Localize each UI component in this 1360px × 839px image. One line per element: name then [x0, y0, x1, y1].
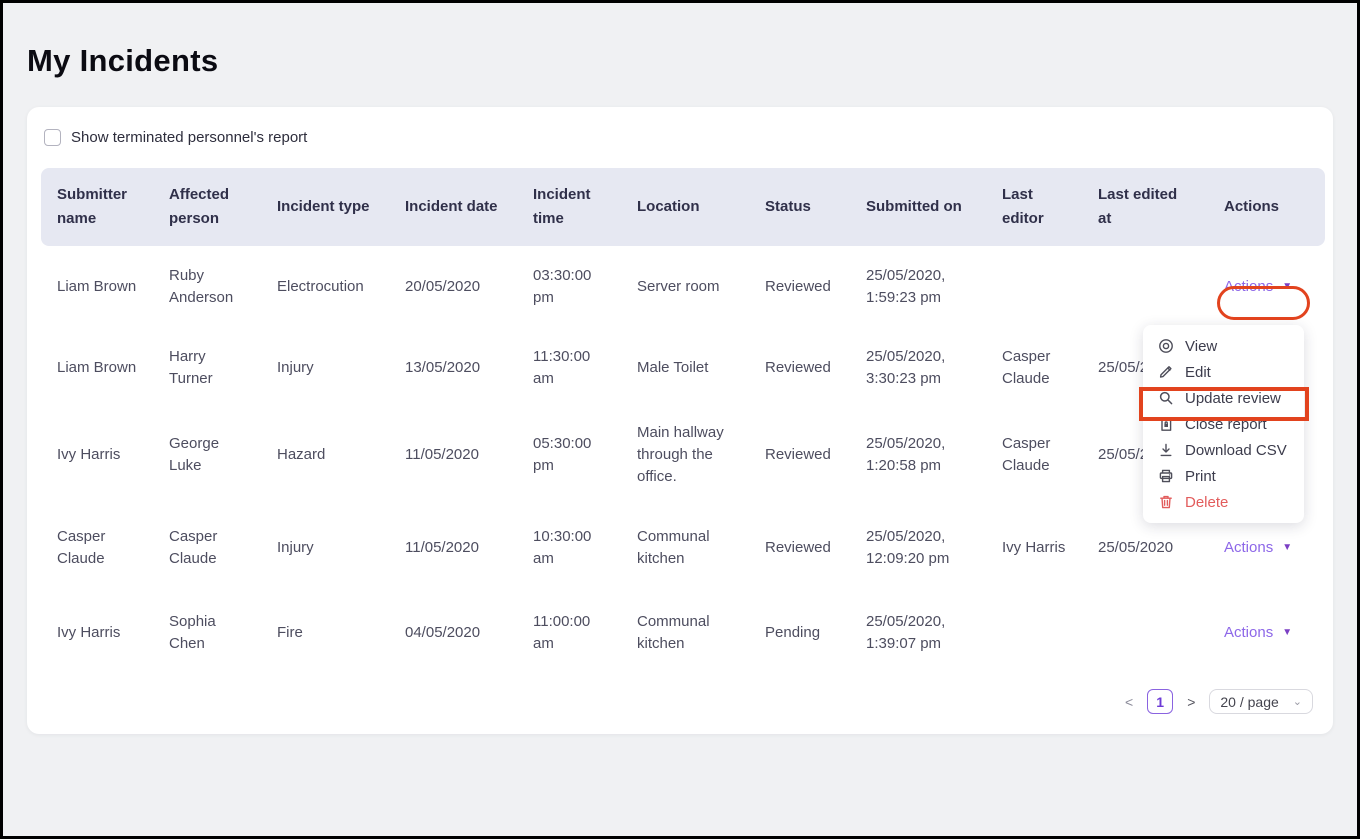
cell-incident-type: Injury — [261, 327, 389, 408]
cell-affected-person: Harry Turner — [153, 327, 261, 408]
cell-last-editor: Ivy Harris — [986, 502, 1082, 593]
incidents-card: Show terminated personnel's report Submi… — [27, 107, 1333, 734]
cell-status: Reviewed — [749, 246, 850, 327]
table-header-row: Submitter name Affected person Incident … — [41, 168, 1325, 246]
cell-affected-person: Casper Claude — [153, 502, 261, 593]
cell-incident-type: Injury — [261, 502, 389, 593]
actions-button[interactable]: Actions▼ — [1224, 537, 1292, 559]
column-header-affected-person: Affected person — [153, 168, 261, 246]
table-row: Liam Brown Harry Turner Injury 13/05/202… — [41, 327, 1325, 408]
eye-icon — [1159, 339, 1173, 353]
cell-submitted-on: 25/05/2020, 12:09:20 pm — [850, 502, 986, 593]
cell-submitter-name: Casper Claude — [41, 502, 153, 593]
cell-last-editor: Casper Claude — [986, 408, 1082, 502]
column-header-incident-time: Incident time — [517, 168, 621, 246]
menu-item-print[interactable]: Print — [1143, 463, 1304, 489]
cell-incident-date: 04/05/2020 — [389, 593, 517, 673]
cell-affected-person: George Luke — [153, 408, 261, 502]
cell-last-editor — [986, 246, 1082, 327]
terminated-checkbox[interactable] — [44, 129, 61, 146]
cell-incident-date: 13/05/2020 — [389, 327, 517, 408]
cell-incident-type: Hazard — [261, 408, 389, 502]
chevron-down-icon: ▼ — [1282, 280, 1293, 292]
incidents-table: Submitter name Affected person Incident … — [41, 168, 1325, 673]
cell-submitted-on: 25/05/2020, 1:59:23 pm — [850, 246, 986, 327]
menu-item-view[interactable]: View — [1143, 333, 1304, 359]
column-header-location: Location — [621, 168, 749, 246]
cell-incident-time: 03:30:00 pm — [517, 246, 621, 327]
chevron-down-icon: ⌄ — [1292, 696, 1302, 708]
table-row: Ivy Harris George Luke Hazard 11/05/2020… — [41, 408, 1325, 502]
column-header-last-edited-at: Last edited at — [1082, 168, 1208, 246]
actions-button[interactable]: Actions▼ — [1224, 276, 1292, 298]
cell-status: Reviewed — [749, 327, 850, 408]
page-size-select[interactable]: 20 / page ⌄ — [1209, 689, 1313, 714]
page-number-button[interactable]: 1 — [1147, 689, 1174, 714]
table-row: Casper Claude Casper Claude Injury 11/05… — [41, 502, 1325, 593]
table-row: Ivy Harris Sophia Chen Fire 04/05/2020 1… — [41, 593, 1325, 673]
cell-location: Communal kitchen — [621, 593, 749, 673]
page-size-value: 20 / page — [1220, 693, 1279, 710]
column-header-status: Status — [749, 168, 850, 246]
cell-last-edited-at — [1082, 246, 1208, 327]
cell-submitted-on: 25/05/2020, 1:20:58 pm — [850, 408, 986, 502]
cell-incident-date: 11/05/2020 — [389, 408, 517, 502]
chevron-down-icon: ▼ — [1282, 541, 1293, 553]
cell-incident-date: 11/05/2020 — [389, 502, 517, 593]
cell-submitter-name: Ivy Harris — [41, 408, 153, 502]
column-header-incident-date: Incident date — [389, 168, 517, 246]
cell-submitter-name: Liam Brown — [41, 327, 153, 408]
actions-dropdown-menu: View Edit Update review Close report Dow… — [1143, 325, 1304, 523]
prev-page-button[interactable]: < — [1121, 692, 1137, 712]
cell-last-edited-at — [1082, 593, 1208, 673]
download-icon — [1160, 443, 1172, 457]
trash-icon — [1160, 495, 1172, 509]
column-header-incident-type: Incident type — [261, 168, 389, 246]
cell-incident-type: Electrocution — [261, 246, 389, 327]
cell-location: Male Toilet — [621, 327, 749, 408]
terminated-filter-row: Show terminated personnel's report — [44, 129, 1319, 146]
actions-button[interactable]: Actions▼ — [1224, 622, 1292, 644]
column-header-last-editor: Last editor — [986, 168, 1082, 246]
menu-item-delete[interactable]: Delete — [1143, 489, 1304, 515]
cell-affected-person: Sophia Chen — [153, 593, 261, 673]
terminated-checkbox-label: Show terminated personnel's report — [71, 129, 308, 146]
column-header-submitter-name: Submitter name — [41, 168, 153, 246]
cell-incident-type: Fire — [261, 593, 389, 673]
cell-location: Communal kitchen — [621, 502, 749, 593]
page-title: My Incidents — [27, 43, 219, 78]
app-window: My Incidents Show terminated personnel's… — [0, 0, 1360, 839]
cell-incident-time: 05:30:00 pm — [517, 408, 621, 502]
cell-incident-time: 11:30:00 am — [517, 327, 621, 408]
cell-last-editor — [986, 593, 1082, 673]
printer-icon — [1159, 469, 1173, 483]
cell-location: Server room — [621, 246, 749, 327]
cell-status: Reviewed — [749, 408, 850, 502]
pagination: < 1 > 20 / page ⌄ — [41, 689, 1313, 714]
next-page-button[interactable]: > — [1183, 692, 1199, 712]
chevron-down-icon: ▼ — [1282, 627, 1293, 638]
cell-status: Pending — [749, 593, 850, 673]
file-lock-icon — [1161, 417, 1172, 431]
cell-incident-time: 11:00:00 am — [517, 593, 621, 673]
cell-affected-person: Ruby Anderson — [153, 246, 261, 327]
cell-submitted-on: 25/05/2020, 3:30:23 pm — [850, 327, 986, 408]
magnifier-icon — [1159, 391, 1173, 405]
cell-location: Main hallway through the office. — [621, 408, 749, 502]
cell-incident-time: 10:30:00 am — [517, 502, 621, 593]
cell-incident-date: 20/05/2020 — [389, 246, 517, 327]
menu-item-update-review[interactable]: Update review — [1143, 385, 1304, 411]
table-row: Liam Brown Ruby Anderson Electrocution 2… — [41, 246, 1325, 327]
menu-item-edit[interactable]: Edit — [1143, 359, 1304, 385]
menu-item-close-report[interactable]: Close report — [1143, 411, 1304, 437]
column-header-submitted-on: Submitted on — [850, 168, 986, 246]
menu-item-download-csv[interactable]: Download CSV — [1143, 437, 1304, 463]
cell-submitted-on: 25/05/2020, 1:39:07 pm — [850, 593, 986, 673]
cell-last-editor: Casper Claude — [986, 327, 1082, 408]
cell-submitter-name: Ivy Harris — [41, 593, 153, 673]
cell-submitter-name: Liam Brown — [41, 246, 153, 327]
pencil-icon — [1159, 366, 1172, 378]
cell-status: Reviewed — [749, 502, 850, 593]
column-header-actions: Actions — [1208, 168, 1325, 246]
